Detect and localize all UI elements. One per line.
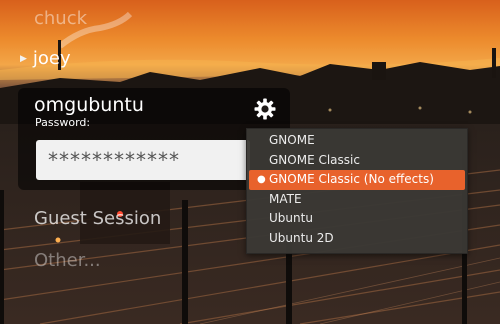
radio-bullet-icon: ● <box>257 174 266 185</box>
session-menu-item-ubuntu-2d[interactable]: Ubuntu 2D <box>247 229 467 249</box>
guest-session-item[interactable]: Guest Session <box>34 208 161 229</box>
menu-item-label: GNOME Classic (No effects) <box>269 172 434 186</box>
session-menu-item-gnome-classic-no-effects[interactable]: ● GNOME Classic (No effects) <box>249 170 465 190</box>
menu-item-label: GNOME Classic <box>269 152 360 167</box>
session-menu-item-mate[interactable]: MATE <box>247 190 467 210</box>
password-input[interactable]: ************ <box>36 140 250 180</box>
user-name: chuck <box>34 8 88 29</box>
menu-item-label: GNOME <box>269 133 315 147</box>
gear-icon[interactable] <box>253 97 277 121</box>
expand-arrow-icon: ▶ <box>20 53 27 64</box>
menu-item-label: Ubuntu 2D <box>269 230 334 245</box>
user-name: joey <box>32 48 71 69</box>
user-list-item-chuck[interactable]: chuck <box>34 8 87 29</box>
session-menu-item-ubuntu[interactable]: Ubuntu <box>247 209 467 229</box>
user-list-item-joey[interactable]: ▶ joey <box>20 48 71 69</box>
password-label: Password: <box>35 116 91 129</box>
selected-username: omgubuntu <box>34 94 144 116</box>
session-menu: GNOME GNOME Classic ● GNOME Classic (No … <box>246 128 468 254</box>
other-user-item[interactable]: Other... <box>34 250 101 271</box>
other-user-label: Other... <box>34 250 101 271</box>
guest-session-label: Guest Session <box>34 208 162 229</box>
menu-item-label: MATE <box>269 191 302 206</box>
session-menu-item-gnome-classic[interactable]: GNOME Classic <box>247 151 467 171</box>
menu-item-label: Ubuntu <box>269 211 313 225</box>
password-masked-value: ************ <box>48 148 180 172</box>
session-menu-item-gnome[interactable]: GNOME <box>247 131 467 151</box>
